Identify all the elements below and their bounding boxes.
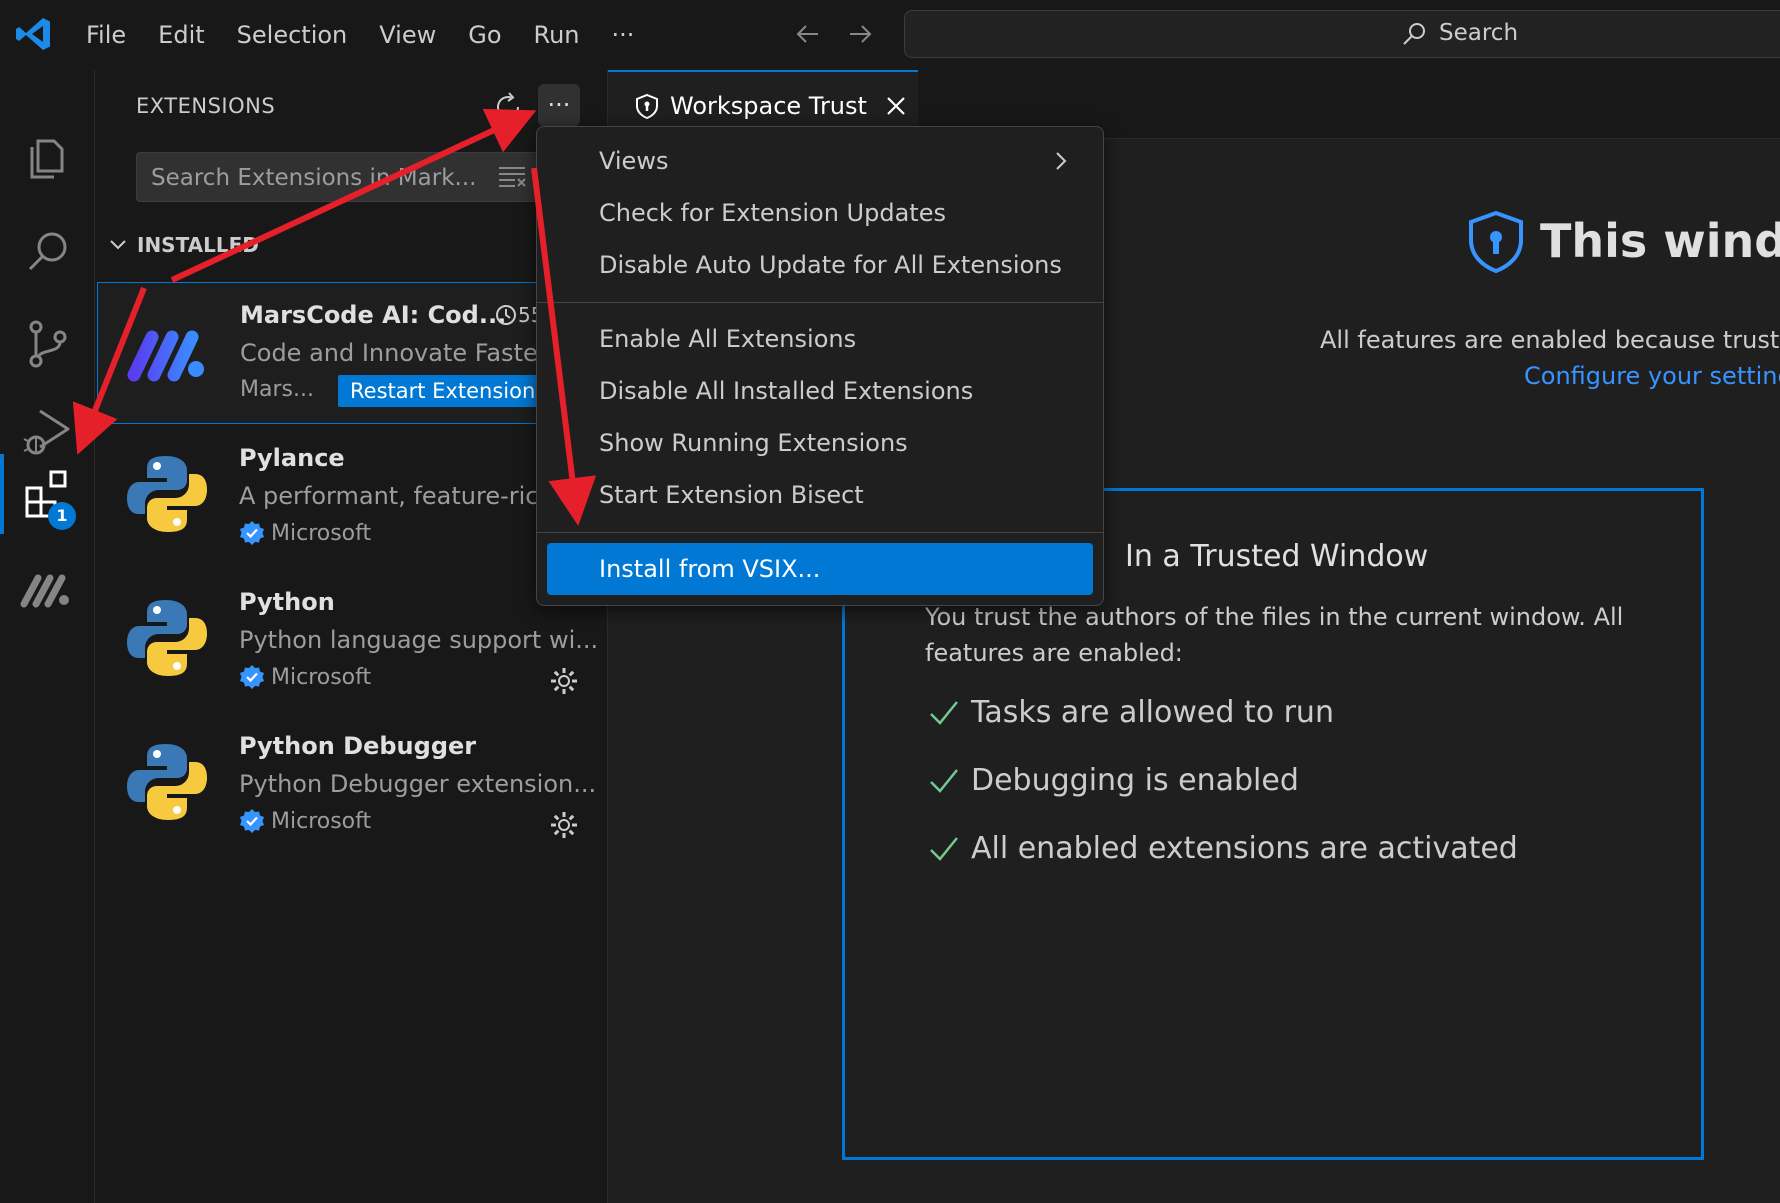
close-icon[interactable] [883, 93, 909, 119]
check-icon [930, 768, 958, 793]
menu-item-extension-bisect[interactable]: Start Extension Bisect [599, 481, 864, 509]
python-logo-icon [127, 456, 207, 532]
arrow-right-icon[interactable] [842, 16, 878, 52]
installed-label: INSTALLED [137, 233, 259, 257]
files-icon [30, 139, 64, 179]
menu-selection[interactable]: Selection [221, 21, 364, 49]
menu-item-install-vsix[interactable]: Install from VSIX... [547, 543, 1093, 595]
menu-view[interactable]: View [363, 21, 452, 49]
trusted-feature-item: All enabled extensions are activated [927, 831, 1518, 866]
configure-settings-link[interactable]: Configure your setting [1524, 362, 1780, 390]
tab-label: Workspace Trust [670, 91, 867, 120]
extension-name: Python [239, 588, 335, 616]
more-actions-button[interactable]: ··· [538, 84, 580, 126]
marscode-icon [20, 574, 69, 608]
shield-icon [636, 93, 658, 119]
chevron-down-icon [110, 240, 126, 250]
vscode-logo-icon[interactable] [14, 14, 54, 54]
verified-badge-icon [240, 665, 264, 689]
trusted-feature-item: Debugging is enabled [927, 763, 1299, 798]
menu-item-check-updates[interactable]: Check for Extension Updates [599, 199, 946, 227]
trusted-window-title: In a Trusted Window [1125, 539, 1429, 574]
gear-icon[interactable] [549, 810, 579, 840]
history-icon [496, 305, 516, 325]
source-control-icon [29, 320, 67, 368]
trusted-feature-label: Tasks are allowed to run [971, 695, 1334, 730]
check-icon [930, 700, 958, 725]
publisher-name: Microsoft [271, 664, 372, 690]
publisher-name: Microsoft [271, 808, 372, 834]
activity-extensions[interactable]: 1 [0, 454, 94, 534]
extension-description: Python language support wi... [239, 626, 599, 654]
menu-item-enable-all[interactable]: Enable All Extensions [599, 325, 856, 353]
extension-item-python-debugger[interactable]: Python Debugger Python Debugger extensio… [97, 714, 607, 856]
gear-icon[interactable] [549, 666, 579, 696]
chevron-right-icon [1056, 152, 1067, 170]
menu-run[interactable]: Run [518, 21, 596, 49]
publisher-name: Mars... [240, 377, 314, 402]
activity-source-control[interactable] [0, 304, 94, 384]
menu-item-show-running[interactable]: Show Running Extensions [599, 429, 908, 457]
sidebar-title: EXTENSIONS [136, 94, 276, 118]
menu-more[interactable]: ··· [596, 21, 651, 49]
trusted-window-description: You trust the authors of the files in th… [925, 603, 1624, 667]
extension-publisher: Microsoft [239, 520, 371, 546]
menu-item-disable-auto-update[interactable]: Disable Auto Update for All Extensions [599, 251, 1062, 279]
menu-bar: File Edit Selection View Go Run ··· [70, 0, 650, 70]
extension-name: Pylance [239, 444, 345, 472]
restart-extensions-button[interactable]: Restart Extensions [338, 375, 559, 407]
extension-search-input[interactable]: Search Extensions in Mark... [136, 152, 538, 202]
shield-icon [1469, 210, 1523, 274]
search-icon [1403, 23, 1425, 45]
menu-item-disable-all[interactable]: Disable All Installed Extensions [599, 377, 973, 405]
marscode-logo-icon [127, 330, 204, 382]
command-center-label: Search [1439, 20, 1519, 46]
activity-marscode[interactable] [0, 550, 94, 630]
page-title: This window [1540, 214, 1780, 268]
extensions-badge: 1 [48, 502, 76, 530]
extension-publisher: Microsoft [239, 664, 371, 690]
trusted-feature-label: Debugging is enabled [971, 763, 1299, 798]
extension-item-python[interactable]: Python Python language support wi... Mic… [97, 570, 607, 712]
extensions-sidebar: EXTENSIONS ··· Search Extensions in Mark… [95, 70, 608, 1203]
command-center[interactable]: Search [904, 10, 1780, 58]
check-icon [930, 836, 958, 861]
installed-section-header[interactable]: INSTALLED [105, 230, 259, 260]
extension-publisher: Mars... [240, 377, 314, 402]
trusted-feature-label: All enabled extensions are activated [971, 831, 1518, 866]
menu-item-views[interactable]: Views [599, 147, 668, 175]
menu-edit[interactable]: Edit [142, 21, 220, 49]
trusted-feature-item: Tasks are allowed to run [927, 695, 1334, 730]
menu-separator [537, 532, 1103, 533]
menu-separator [537, 302, 1103, 303]
verified-badge-icon [240, 809, 264, 833]
title-bar: File Edit Selection View Go Run ··· Sear… [0, 0, 1780, 71]
python-logo-icon [127, 744, 207, 820]
verified-badge-icon [240, 521, 264, 545]
extension-item-pylance[interactable]: Pylance A performant, feature-rich Micro… [97, 426, 607, 568]
extensions-context-menu: Views Check for Extension Updates Disabl… [536, 126, 1104, 606]
python-logo-icon [127, 600, 207, 676]
trust-description: All features are enabled because trust h… [1320, 326, 1780, 354]
activity-explorer[interactable] [0, 118, 94, 198]
extension-name: MarsCode AI: Cod... [240, 301, 507, 329]
extension-name: Python Debugger [239, 732, 477, 760]
activity-bar: 1 [0, 70, 95, 1203]
menu-item-label: Install from VSIX... [599, 555, 821, 583]
publisher-name: Microsoft [271, 520, 372, 546]
refresh-icon[interactable] [491, 90, 525, 124]
extension-item-marscode[interactable]: MarsCode AI: Cod... 55 Code and Innovate… [97, 282, 607, 424]
extension-description: Python Debugger extension... [239, 770, 597, 798]
activity-search[interactable] [0, 212, 94, 292]
arrow-left-icon[interactable] [790, 16, 826, 52]
run-debug-icon [23, 409, 70, 455]
filter-icon[interactable] [497, 165, 527, 189]
extension-publisher: Microsoft [239, 808, 371, 834]
search-placeholder: Search Extensions in Mark... [151, 165, 477, 191]
search-icon [28, 232, 67, 271]
menu-file[interactable]: File [70, 21, 142, 49]
menu-go[interactable]: Go [452, 21, 517, 49]
